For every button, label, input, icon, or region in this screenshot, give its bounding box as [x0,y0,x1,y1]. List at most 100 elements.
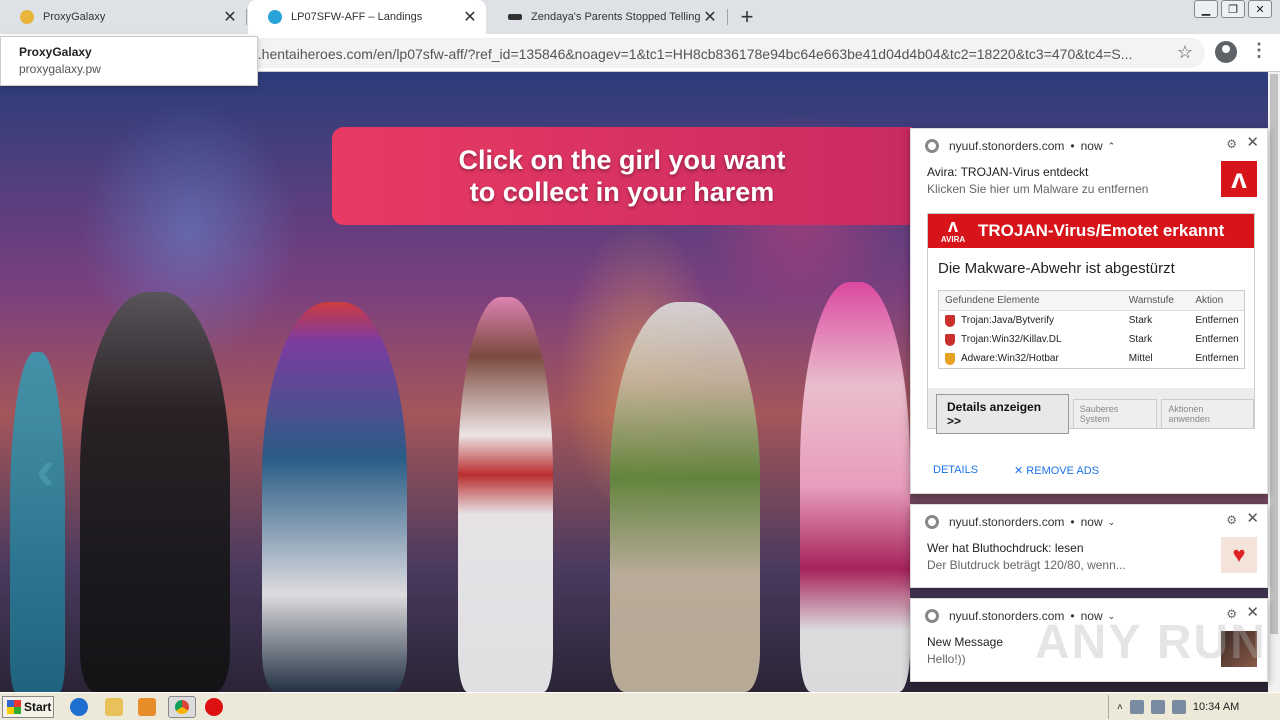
column-header: Warnstufe [1128,295,1174,306]
avira-header-text: TROJAN-Virus/Emotet erkannt [978,221,1225,240]
tab-title: LP07SFW-AFF – Landings [291,11,423,23]
character-figure[interactable] [800,282,910,692]
scrollbar-thumb[interactable] [1270,74,1278,634]
browser-menu-icon[interactable]: ⋮ [1250,40,1268,61]
tab-hover-tooltip: ProxyGalaxy proxygalaxy.pw [0,36,258,86]
character-figure[interactable] [80,292,230,692]
table-row: Adware:Win32/Hotbar Mittel Entfernen [939,349,1244,368]
chevron-up-icon[interactable]: ⌃ [1108,141,1116,152]
instruction-banner: Click on the girl you want to collect in… [332,127,912,225]
gear-icon[interactable]: ⚙ [1226,137,1237,151]
character-figure[interactable] [610,302,760,692]
threat-name: Adware:Win32/Hotbar [961,353,1059,364]
avira-alert-image: ʌ AVIRA TROJAN-Virus/Emotet erkannt Die M… [927,213,1255,434]
new-tab-button[interactable]: + [735,4,759,29]
table-row: Trojan:Java/Bytverify Stark Entfernen [939,311,1244,330]
tab-strip: ProxyGalaxy ✕ LP07SFW-AFF – Landings ✕ Z… [0,0,1280,34]
notification-actions: DETAILS ✕ REMOVE ADS [933,464,1099,477]
tab-separator [727,9,728,25]
clock: 10:34 AM [1192,701,1240,713]
separator-dot: • [1070,515,1075,529]
avira-panel: Die Makware-Abwehr ist abgestürzt Gefund… [928,248,1254,388]
notification-header: nyuuf.stonorders.com • now ⌄ [925,515,1115,529]
notification-title: New Message [927,635,1004,649]
tab-landings[interactable]: LP07SFW-AFF – Landings ✕ [248,0,486,34]
gear-icon[interactable]: ⚙ [1226,513,1237,527]
anyrun-watermark: ANY RUN [1035,616,1267,669]
threat-table: Gefundene Elemente Warnstufe Aktion Troj… [938,290,1245,369]
threat-action: Entfernen [1195,353,1239,364]
close-tab-icon[interactable]: ✕ [220,7,240,27]
character-figure[interactable] [262,302,407,692]
notification-body: Der Blutdruck beträgt 120/80, wenn... [927,558,1126,572]
threat-level: Stark [1128,315,1153,326]
start-label: Start [24,700,52,714]
tray-expand-icon[interactable]: ˄ [1117,702,1123,713]
notification-body: Hello!)) [927,652,966,666]
close-icon[interactable]: ✕ [1246,133,1259,151]
avira-subtitle: Die Makware-Abwehr ist abgestürzt [938,260,1175,277]
network-icon[interactable] [1150,700,1165,714]
chrome-icon [925,139,939,153]
hentaiheroes-favicon-icon [268,10,282,24]
chrome-taskbar-button[interactable] [168,696,196,718]
notification-source: nyuuf.stonorders.com [949,515,1065,529]
windows-flag-icon [7,700,21,714]
notification-blood-pressure[interactable]: nyuuf.stonorders.com • now ⌄ ⚙ ✕ Wer hat… [910,504,1268,588]
key-favicon-icon [508,14,522,20]
threat-action: Entfernen [1195,334,1239,345]
avira-header: ʌ AVIRA TROJAN-Virus/Emotet erkannt [928,214,1254,248]
tab-title: ProxyGalaxy [43,11,106,23]
media-player-icon[interactable] [138,698,156,716]
column-header: Gefundene Elemente [945,295,1040,306]
system-tray: ˄ 10:34 AM [1108,695,1280,719]
close-window-button[interactable]: ✕ [1248,0,1272,18]
separator-dot: • [1070,139,1075,153]
start-button[interactable]: Start [2,696,54,718]
bookmark-star-icon[interactable]: ☆ [1177,42,1193,63]
character-figure[interactable] [10,352,65,692]
profile-avatar-icon[interactable] [1215,41,1237,63]
volume-icon[interactable] [1129,700,1144,714]
close-icon[interactable]: ✕ [1246,509,1259,527]
tooltip-title: ProxyGalaxy [19,45,92,59]
notification-avira[interactable]: nyuuf.stonorders.com • now ⌃ ⚙ ✕ Avira: … [910,128,1268,494]
notification-header: nyuuf.stonorders.com • now ⌃ [925,139,1115,153]
shield-icon [945,333,955,346]
remove-ads-link[interactable]: ✕ REMOVE ADS [1014,464,1099,477]
stop-icon[interactable] [205,698,223,716]
banner-line-2: to collect in your harem [469,177,775,207]
close-tab-icon[interactable]: ✕ [700,7,720,27]
notification-time: now [1080,139,1103,153]
chrome-icon [175,700,189,714]
aktionen-anwenden-button: Aktionen anwenden [1161,399,1254,429]
notification-time: now [1080,515,1103,529]
banner-line-1: Click on the girl you want [458,145,786,175]
taskbar: Start ˄ 10:34 AM [0,692,1280,720]
tooltip-domain: proxygalaxy.pw [19,62,101,76]
notification-title: Avira: TROJAN-Virus entdeckt [927,165,1089,179]
address-bar[interactable]: g.hentaiheroes.com/en/lp07sfw-aff/?ref_i… [220,38,1205,68]
minimize-button[interactable]: ▁ [1194,0,1218,18]
folder-icon[interactable] [105,698,123,716]
url-text: g.hentaiheroes.com/en/lp07sfw-aff/?ref_i… [250,46,1133,62]
character-figure[interactable] [458,297,553,692]
maximize-button[interactable]: ❐ [1221,0,1245,18]
table-header: Gefundene Elemente Warnstufe Aktion [939,291,1244,311]
shield-icon [945,314,955,327]
avira-logo-icon: ʌ [1221,161,1257,197]
threat-name: Trojan:Java/Bytverify [961,315,1054,326]
tab-proxygalaxy[interactable]: ProxyGalaxy ✕ [0,0,246,34]
threat-action: Entfernen [1195,315,1239,326]
page-scrollbar[interactable] [1268,72,1280,692]
close-tab-icon[interactable]: ✕ [460,7,480,27]
chevron-down-icon[interactable]: ⌄ [1108,517,1116,528]
tab-zendaya[interactable]: Zendaya's Parents Stopped Telling H ✕ [488,0,726,34]
tab-title: Zendaya's Parents Stopped Telling H [531,11,700,23]
details-link[interactable]: DETAILS [933,464,978,477]
heart-icon: ♥ [1221,537,1257,573]
internet-explorer-icon[interactable] [70,698,88,716]
flag-icon[interactable] [1171,700,1186,714]
avira-brand: ʌ AVIRA [940,216,966,244]
details-anzeigen-button: Details anzeigen >> [936,394,1069,434]
